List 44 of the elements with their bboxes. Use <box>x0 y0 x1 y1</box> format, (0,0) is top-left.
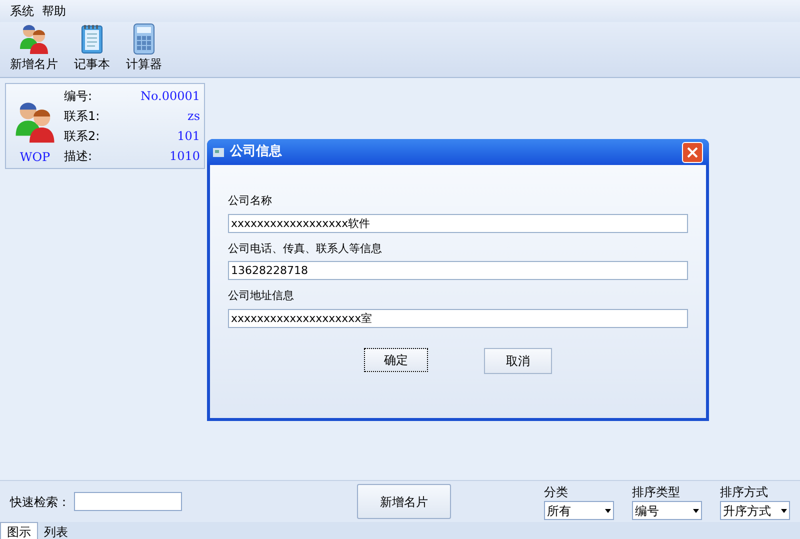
field-value: 101 <box>177 128 200 145</box>
field-label: 编号: <box>64 88 92 105</box>
dialog-button[interactable]: 取消 <box>484 348 552 374</box>
field-label: 公司地址信息 <box>228 288 295 304</box>
card-caption: WOP <box>20 149 50 166</box>
tab[interactable]: 图示 <box>0 522 38 539</box>
filter-label: 分类 <box>544 484 569 501</box>
text-field[interactable]: xxxxxxxxxxxxxxxxxxxx室 <box>228 308 688 328</box>
menu-item[interactable]: 系统 <box>10 2 34 20</box>
dropdown[interactable]: 编号 <box>632 501 702 520</box>
filter-label: 排序类型 <box>632 484 681 501</box>
toolbar-button[interactable]: 计算器 <box>126 23 162 73</box>
text-field[interactable]: 13628228718 <box>228 261 688 280</box>
dropdown[interactable]: 所有 <box>544 501 614 520</box>
window-icon <box>213 148 224 156</box>
close-icon <box>687 146 698 158</box>
calculator-icon <box>131 23 157 55</box>
menu-item[interactable]: 帮助 <box>42 2 66 20</box>
text-field[interactable]: xxxxxxxxxxxxxxxxxx软件 <box>228 214 688 232</box>
dropdown-arrow-icon <box>781 508 787 512</box>
tab[interactable]: 列表 <box>38 524 74 539</box>
field-label: 公司电话、传真、联系人等信息 <box>228 240 383 256</box>
field-value: 1010 <box>169 148 200 165</box>
contact-card[interactable]: WOP 编号: No.00001 联系1: zs 联系2: 101 描述: 1010 <box>5 83 205 169</box>
toolbar-button[interactable]: 新增名片 <box>10 23 58 73</box>
dropdown-arrow-icon <box>605 508 611 512</box>
dropdown-arrow-icon <box>693 508 699 512</box>
field-label: 描述: <box>64 148 92 165</box>
people-icon <box>18 23 50 55</box>
window-title: 公司信息 <box>230 143 282 162</box>
field-label: 公司名称 <box>228 193 273 209</box>
people-icon <box>13 100 57 144</box>
field-value: No.00001 <box>140 88 200 105</box>
close-button[interactable] <box>682 142 703 162</box>
search-field[interactable] <box>74 492 182 511</box>
search-label: 快速检索： <box>10 494 70 510</box>
field-value: zs <box>188 108 200 125</box>
dialog-button[interactable]: 确定 <box>364 348 428 372</box>
dropdown[interactable]: 升序方式 <box>720 501 790 520</box>
field-label: 联系1: <box>64 108 100 125</box>
add-card-button[interactable]: 新增名片 <box>357 484 451 519</box>
toolbar-button[interactable]: 记事本 <box>74 23 110 73</box>
field-label: 联系2: <box>64 128 100 145</box>
filter-label: 排序方式 <box>720 484 769 501</box>
